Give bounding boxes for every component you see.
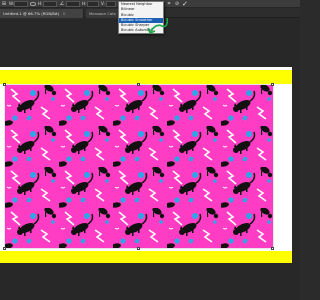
angle-field[interactable] (66, 1, 80, 7)
tab-untitled-1[interactable]: Untitled-1 @ 66.7% (RGB/8#) × (0, 9, 84, 18)
warp-icon[interactable]: ⌗ (166, 1, 172, 7)
tab-label: Untitled-1 @ 66.7% (RGB/8#) (3, 11, 60, 16)
transform-handle-top-right[interactable] (271, 83, 274, 86)
transform-handle-top-middle[interactable] (137, 83, 140, 86)
commit-transform-icon[interactable]: ✓ (182, 0, 188, 8)
transform-handle-bottom-right[interactable] (271, 247, 274, 250)
cancel-transform-icon[interactable]: ⊘ (174, 1, 180, 7)
transform-handle-bottom-left[interactable] (3, 247, 6, 250)
cat-pattern-image (5, 85, 273, 248)
link-icon[interactable] (30, 2, 36, 6)
canvas-area[interactable] (0, 19, 300, 300)
h-skew-label: H: (82, 1, 87, 6)
width-field[interactable] (14, 1, 28, 7)
tab-label: Monsoon Cats (89, 11, 116, 16)
reference-point-icon[interactable]: ⊞ (1, 1, 7, 7)
height-field[interactable] (43, 1, 57, 7)
transform-handle-bottom-middle[interactable] (137, 247, 140, 250)
interpolation-option-bicubic-automatic[interactable]: Bicubic Automatic (119, 28, 163, 33)
yellow-band-bottom (0, 251, 292, 263)
transform-handle-top-left[interactable] (3, 83, 6, 86)
h-skew-field[interactable] (87, 1, 99, 7)
yellow-band-top (0, 70, 292, 84)
height-label: H: (38, 1, 43, 6)
close-icon[interactable]: × (62, 11, 65, 16)
photoshop-window: ⊞ W: H: ∠ H: V: Interpolation: ⌗ ⊘ ✓ Unt… (0, 0, 300, 300)
interpolation-dropdown[interactable]: Nearest Neighbor Bilinear Bicubic Bicubi… (118, 1, 164, 34)
v-skew-field[interactable] (106, 1, 116, 7)
cat-pattern-layer[interactable] (4, 84, 274, 249)
angle-icon: ∠ (59, 1, 65, 7)
v-skew-label: V: (101, 1, 105, 6)
